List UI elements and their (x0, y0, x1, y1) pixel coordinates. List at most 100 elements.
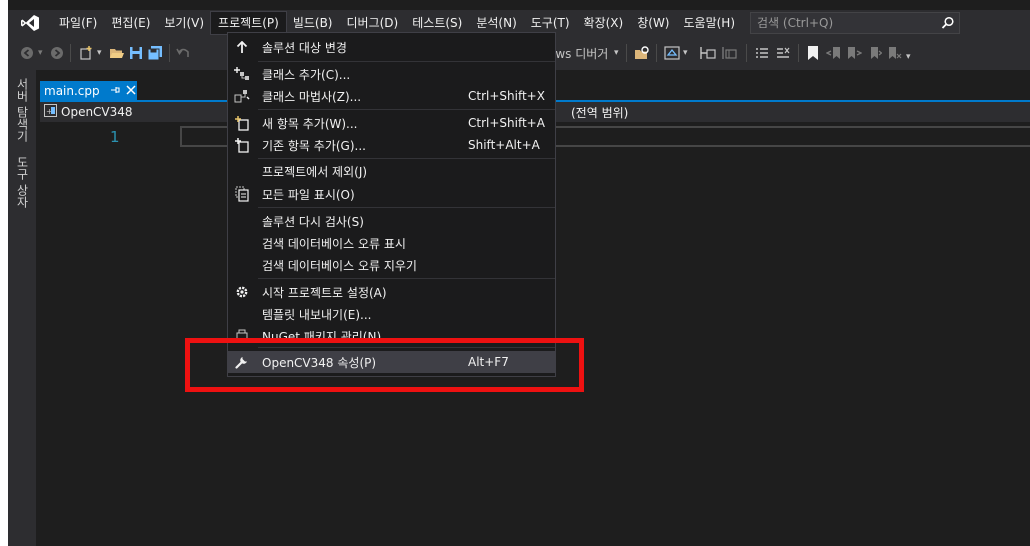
project-menu-dropdown: 솔루션 대상 변경 클래스 추가(C)... 클래스 마법사(Z)... Ctr… (227, 32, 556, 377)
menu-item-label: 솔루션 대상 변경 (262, 40, 347, 55)
bookmark-icon[interactable] (806, 45, 820, 61)
uncomment-lines-icon[interactable] (775, 45, 791, 61)
arrow-up-icon (232, 39, 252, 55)
add-class-icon (232, 66, 252, 82)
toolbox-tab[interactable]: 도구 상자 (13, 156, 31, 208)
solution-explorer-icon[interactable] (664, 45, 680, 61)
menu-build[interactable]: 빌드(B) (286, 12, 340, 34)
project-name: OpenCV348 (61, 105, 133, 119)
step-over-icon[interactable] (720, 45, 738, 61)
search-icon[interactable] (941, 16, 955, 36)
menu-item-label: 프로젝트에서 제외(J) (262, 164, 368, 179)
local-debugger-button[interactable]: ows 디버거 (548, 45, 608, 61)
new-project-icon[interactable] (78, 45, 94, 61)
menu-item-label: 검색 데이터베이스 오류 표시 (262, 236, 406, 251)
toolbar-separator (798, 44, 799, 62)
menu-separator (258, 61, 555, 62)
toolbar-separator (746, 44, 747, 62)
existing-item-icon (232, 137, 252, 153)
menu-item-shortcut: Shift+Alt+A (468, 138, 540, 152)
toolbar-separator (626, 44, 627, 62)
tab-main-cpp[interactable]: main.cpp (40, 81, 137, 100)
visual-studio-window: 파일(F) 편집(E) 보기(V) 프로젝트(P) 빌드(B) 디버그(D) 테… (8, 0, 1030, 546)
side-tool-strip: 서버 탐색기 도구 상자 (8, 70, 36, 546)
new-item-icon (232, 115, 252, 131)
menu-item-add-new-item[interactable]: 새 항목 추가(W)... Ctrl+Shift+A (228, 112, 555, 134)
menu-item-show-db-errors[interactable]: 검색 데이터베이스 오류 표시 (228, 232, 555, 254)
menu-analyze[interactable]: 분석(N) (469, 12, 523, 34)
previous-bookmark-icon[interactable] (826, 45, 842, 61)
menu-window[interactable]: 창(W) (630, 12, 676, 34)
menu-test[interactable]: 테스트(S) (405, 12, 469, 34)
line-number: 1 (110, 128, 120, 146)
menu-item-add-class[interactable]: 클래스 추가(C)... (228, 63, 555, 85)
scope-selector[interactable]: (전역 범위) (571, 104, 628, 121)
search-placeholder: 검색 (Ctrl+Q) (757, 16, 834, 30)
menu-project[interactable]: 프로젝트(P) (210, 11, 287, 35)
comment-lines-icon[interactable] (754, 45, 770, 61)
close-icon[interactable] (126, 84, 136, 98)
server-explorer-tab[interactable]: 서버 탐색기 (13, 78, 31, 142)
menu-separator (258, 278, 555, 279)
menu-edit[interactable]: 편집(E) (104, 12, 157, 34)
menu-item-exclude-from-project[interactable]: 프로젝트에서 제외(J) (228, 160, 555, 182)
project-selector[interactable]: + OpenCV348 (44, 104, 133, 120)
menu-debug[interactable]: 디버그(D) (340, 12, 406, 34)
undo-icon[interactable] (176, 45, 190, 61)
menu-item-label: 클래스 추가(C)... (262, 67, 351, 82)
menu-tools[interactable]: 도구(T) (524, 12, 577, 34)
open-file-icon[interactable] (109, 45, 125, 61)
tab-label: main.cpp (44, 83, 100, 98)
menu-item-export-template[interactable]: 템플릿 내보내기(E)... (228, 303, 555, 325)
next-bookmark-icon[interactable] (846, 45, 862, 61)
menu-separator (258, 207, 555, 208)
menu-item-set-startup-project[interactable]: 시작 프로젝트로 설정(A) (228, 281, 555, 303)
save-icon[interactable] (129, 45, 143, 61)
menu-item-label: 클래스 마법사(Z)... (262, 89, 362, 104)
debugger-dropdown-icon[interactable]: ▾ (614, 45, 619, 61)
menu-item-label: 템플릿 내보내기(E)... (262, 307, 372, 322)
menu-file[interactable]: 파일(F) (52, 12, 104, 34)
menu-item-class-wizard[interactable]: 클래스 마법사(Z)... Ctrl+Shift+X (228, 85, 555, 107)
save-all-icon[interactable] (147, 45, 163, 61)
menu-item-shortcut: Ctrl+Shift+A (468, 116, 545, 130)
menu-item-rescan-solution[interactable]: 솔루션 다시 검사(S) (228, 210, 555, 232)
navigate-forward-icon[interactable] (50, 45, 64, 61)
clear-bookmarks-icon[interactable] (886, 45, 902, 61)
menu-extensions[interactable]: 확장(X) (577, 12, 631, 34)
menu-separator (258, 158, 555, 159)
toolbar-separator (70, 44, 71, 62)
show-all-files-icon (232, 186, 252, 202)
cpp-project-icon: + (44, 104, 57, 120)
class-wizard-icon (232, 88, 252, 104)
navigate-back-dropdown-icon[interactable]: ▾ (38, 45, 43, 61)
menu-item-clear-db-errors[interactable]: 검색 데이터베이스 오류 지우기 (228, 254, 555, 276)
menu-item-show-all-files[interactable]: 모든 파일 표시(O) (228, 183, 555, 205)
left-screen-edge (0, 0, 8, 546)
quick-launch-search-input[interactable]: 검색 (Ctrl+Q) (750, 12, 961, 36)
menu-item-label: 검색 데이터베이스 오류 지우기 (262, 258, 417, 273)
navigate-back-icon[interactable] (20, 45, 34, 61)
step-into-icon[interactable] (698, 45, 716, 61)
find-in-files-icon[interactable] (634, 45, 650, 61)
menu-item-label: 솔루션 다시 검사(S) (262, 214, 364, 229)
pin-icon[interactable] (110, 84, 120, 98)
gear-icon (232, 284, 252, 300)
toolbar-separator (656, 44, 657, 62)
toolbar-separator (169, 44, 170, 62)
visual-studio-logo-icon[interactable] (8, 10, 52, 36)
menu-item-label: 새 항목 추가(W)... (262, 116, 358, 131)
menu-item-shortcut: Ctrl+Shift+X (468, 89, 545, 103)
menu-view[interactable]: 보기(V) (157, 12, 211, 34)
menu-item-retarget-solution[interactable]: 솔루션 대상 변경 (228, 36, 555, 58)
menu-item-add-existing-item[interactable]: 기존 항목 추가(G)... Shift+Alt+A (228, 134, 555, 156)
menu-separator (258, 109, 555, 110)
new-project-dropdown-icon[interactable]: ▾ (97, 45, 102, 61)
menu-help[interactable]: 도움말(H) (677, 12, 743, 34)
toolbar-overflow-icon[interactable]: ▾ (906, 49, 911, 65)
menu-item-label: 시작 프로젝트로 설정(A) (262, 285, 387, 300)
menu-item-label: 모든 파일 표시(O) (262, 187, 355, 202)
next-bookmark-in-folder-icon[interactable] (866, 45, 882, 61)
red-highlight-box (185, 338, 584, 392)
solution-explorer-dropdown-icon[interactable]: ▾ (683, 45, 688, 61)
